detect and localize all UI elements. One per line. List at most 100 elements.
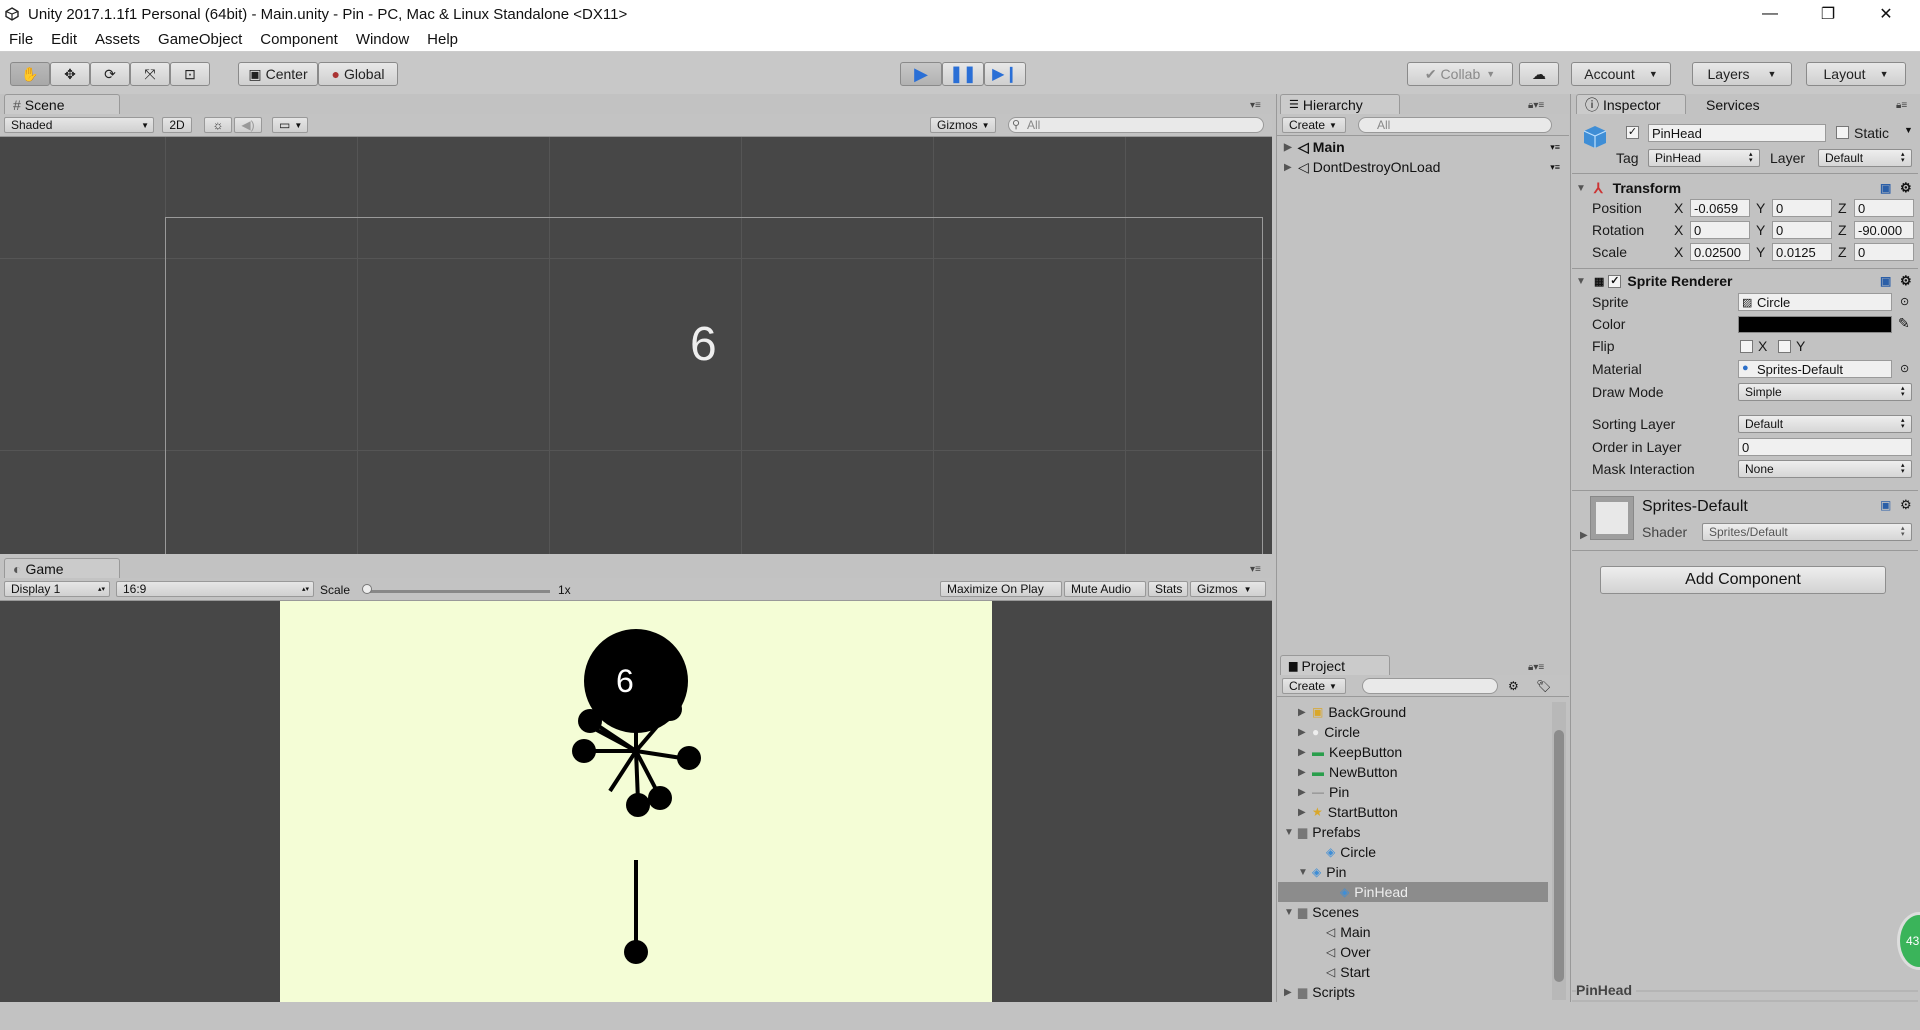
menu-file[interactable]: File — [9, 31, 33, 48]
game-gizmos-dropdown[interactable]: Gizmos ▼ — [1190, 581, 1266, 597]
scene-panel-menu-icon[interactable]: ▾≡ — [1250, 100, 1261, 111]
material-field[interactable]: Sprites-Default — [1738, 360, 1892, 378]
menu-gameobject[interactable]: GameObject — [158, 31, 242, 48]
project-item[interactable]: ▶ ▣ BackGround — [1278, 702, 1548, 722]
expand-arrow-icon[interactable]: ▶ — [1298, 807, 1312, 818]
expand-arrow-icon[interactable]: ▶ — [1298, 707, 1312, 718]
project-item[interactable]: ▼ ▆ Scenes — [1278, 902, 1548, 922]
scale-tool-button[interactable]: ⤧ — [130, 62, 170, 86]
cloud-button[interactable]: ☁ — [1519, 62, 1559, 86]
rect-tool-button[interactable]: ⊡ — [170, 62, 210, 86]
project-item[interactable]: ▶ ● Circle — [1278, 722, 1548, 742]
aspect-dropdown[interactable]: 16:9 ▴▾ — [116, 581, 314, 597]
display-dropdown[interactable]: Display 1 ▴▾ — [4, 581, 110, 597]
transform-rotation-z-field[interactable]: -90.000 — [1854, 221, 1914, 239]
tag-dropdown[interactable]: PinHead — [1648, 149, 1760, 167]
transform-position-y-field[interactable]: 0 — [1772, 199, 1832, 217]
project-search-input[interactable] — [1362, 678, 1498, 694]
project-item[interactable]: ▶ ★ StartButton — [1278, 802, 1548, 822]
tab-inspector[interactable]: ⓘ Inspector — [1576, 94, 1686, 114]
transform-scale-x-field[interactable]: 0.02500 — [1690, 243, 1750, 261]
menu-edit[interactable]: Edit — [51, 31, 77, 48]
rotate-tool-button[interactable]: ⟳ — [90, 62, 130, 86]
help-icon[interactable]: ▣ — [1880, 181, 1891, 195]
lighting-toggle[interactable]: ☼ — [204, 117, 232, 133]
game-canvas[interactable]: 6 — [280, 601, 992, 1002]
expand-arrow-icon[interactable]: ▶ — [1580, 530, 1588, 541]
transform-position-z-field[interactable]: 0 — [1854, 199, 1914, 217]
project-item[interactable]: ◈ Circle — [1278, 842, 1548, 862]
audio-toggle[interactable]: ◀) — [234, 117, 262, 133]
project-item[interactable]: ▼ ◈ Pin — [1278, 862, 1548, 882]
expand-arrow-icon[interactable]: ▼ — [1284, 827, 1298, 838]
global-button[interactable]: ● Global — [318, 62, 398, 86]
project-item[interactable]: ▶ ▬ KeepButton — [1278, 742, 1548, 762]
tab-hierarchy[interactable]: ☰ Hierarchy — [1280, 94, 1400, 114]
hand-tool-button[interactable]: ✋ — [10, 62, 50, 86]
effects-dropdown[interactable]: ▭ ▼ — [272, 117, 308, 133]
add-component-button[interactable]: Add Component — [1600, 566, 1886, 594]
layer-dropdown[interactable]: Default — [1818, 149, 1912, 167]
inspector-lock-icon[interactable]: 🔒︎≡ — [1896, 100, 1907, 111]
mask-interaction-dropdown[interactable]: None — [1738, 460, 1912, 478]
help-icon[interactable]: ▣ — [1880, 274, 1891, 288]
menu-help[interactable]: Help — [427, 31, 458, 48]
shading-dropdown[interactable]: Shaded ▼ — [4, 117, 154, 133]
expand-arrow-icon[interactable]: ▶ — [1298, 747, 1312, 758]
settings-gear-icon[interactable]: ⚙ — [1900, 497, 1912, 513]
tab-scene[interactable]: # Scene — [4, 94, 120, 114]
scene-search-input[interactable]: All — [1008, 117, 1264, 133]
flip-y-checkbox[interactable] — [1778, 340, 1791, 353]
menu-assets[interactable]: Assets — [95, 31, 140, 48]
tab-game[interactable]: ◐ Game — [4, 558, 120, 578]
expand-arrow-icon[interactable]: ▶ — [1284, 987, 1298, 998]
project-scrollbar-thumb[interactable] — [1554, 730, 1564, 982]
project-item[interactable]: ▶ ▬ NewButton — [1278, 762, 1548, 782]
transform-rotation-x-field[interactable]: 0 — [1690, 221, 1750, 239]
2d-toggle[interactable]: 2D — [162, 117, 192, 133]
active-checkbox[interactable]: ✓ — [1626, 126, 1639, 139]
hierarchy-search-input[interactable]: All — [1358, 117, 1552, 133]
flip-x-checkbox[interactable] — [1740, 340, 1753, 353]
eyedropper-icon[interactable]: ✎ — [1898, 315, 1910, 332]
project-item[interactable]: ◁ Start — [1278, 962, 1548, 982]
sprite-renderer-enabled-checkbox[interactable]: ✓ — [1608, 274, 1622, 288]
transform-position-x-field[interactable]: -0.0659 — [1690, 199, 1750, 217]
tab-services[interactable]: Services — [1706, 97, 1760, 113]
project-item[interactable]: ◁ Main — [1278, 922, 1548, 942]
shader-dropdown[interactable]: Sprites/Default — [1702, 523, 1912, 541]
project-item[interactable]: ▶ ▆ Scripts — [1278, 982, 1548, 1002]
scene-view[interactable]: 6 — [0, 137, 1272, 554]
hierarchy-create-dropdown[interactable]: Create ▼ — [1282, 117, 1346, 133]
sprite-field[interactable]: Circle — [1738, 293, 1892, 311]
hierarchy-lock-icon[interactable]: 🔒︎▾≡ — [1528, 100, 1544, 111]
project-item[interactable]: ▶ — Pin — [1278, 782, 1548, 802]
scale-slider-handle[interactable] — [362, 584, 372, 594]
expand-arrow-icon[interactable]: ▶ — [1298, 727, 1312, 738]
maximize-on-play-toggle[interactable]: Maximize On Play — [940, 581, 1062, 597]
draw-mode-dropdown[interactable]: Simple — [1738, 383, 1912, 401]
expand-arrow-icon[interactable]: ▼ — [1298, 867, 1312, 878]
collab-button[interactable]: ✔ Collab ▼ — [1407, 62, 1513, 86]
scene-gizmos-dropdown[interactable]: Gizmos ▼ — [930, 117, 996, 133]
layers-dropdown[interactable]: Layers ▼ — [1692, 62, 1792, 86]
account-dropdown[interactable]: Account ▼ — [1571, 62, 1671, 86]
expand-arrow-icon[interactable]: ▶ — [1298, 787, 1312, 798]
restore-button[interactable]: ❐ — [1799, 0, 1857, 28]
order-in-layer-field[interactable]: 0 — [1738, 438, 1912, 456]
filter-label-icon[interactable]: 🏷︎ — [1536, 679, 1551, 693]
expand-arrow-icon[interactable]: ▶ — [1298, 767, 1312, 778]
material-picker-icon[interactable]: ⊙ — [1900, 362, 1909, 375]
menu-component[interactable]: Component — [260, 31, 338, 48]
game-panel-menu-icon[interactable]: ▾≡ — [1250, 564, 1261, 575]
project-item[interactable]: ▼ ▆ Prefabs — [1278, 822, 1548, 842]
play-button[interactable]: ▶ — [900, 62, 942, 86]
hierarchy-item-dontdestroyonload[interactable]: ▶ ◁ DontDestroyOnLoad ▾≡ — [1284, 157, 1564, 177]
project-lock-icon[interactable]: 🔒︎▾≡ — [1528, 662, 1544, 673]
settings-gear-icon[interactable]: ⚙ — [1900, 180, 1912, 196]
transform-scale-z-field[interactable]: 0 — [1854, 243, 1914, 261]
hierarchy-item-main[interactable]: ▶ ◁ Main ▾≡ — [1284, 137, 1564, 157]
object-picker-icon[interactable]: ⊙ — [1900, 295, 1909, 308]
pause-button[interactable]: ❚❚ — [942, 62, 984, 86]
mute-audio-toggle[interactable]: Mute Audio — [1064, 581, 1146, 597]
